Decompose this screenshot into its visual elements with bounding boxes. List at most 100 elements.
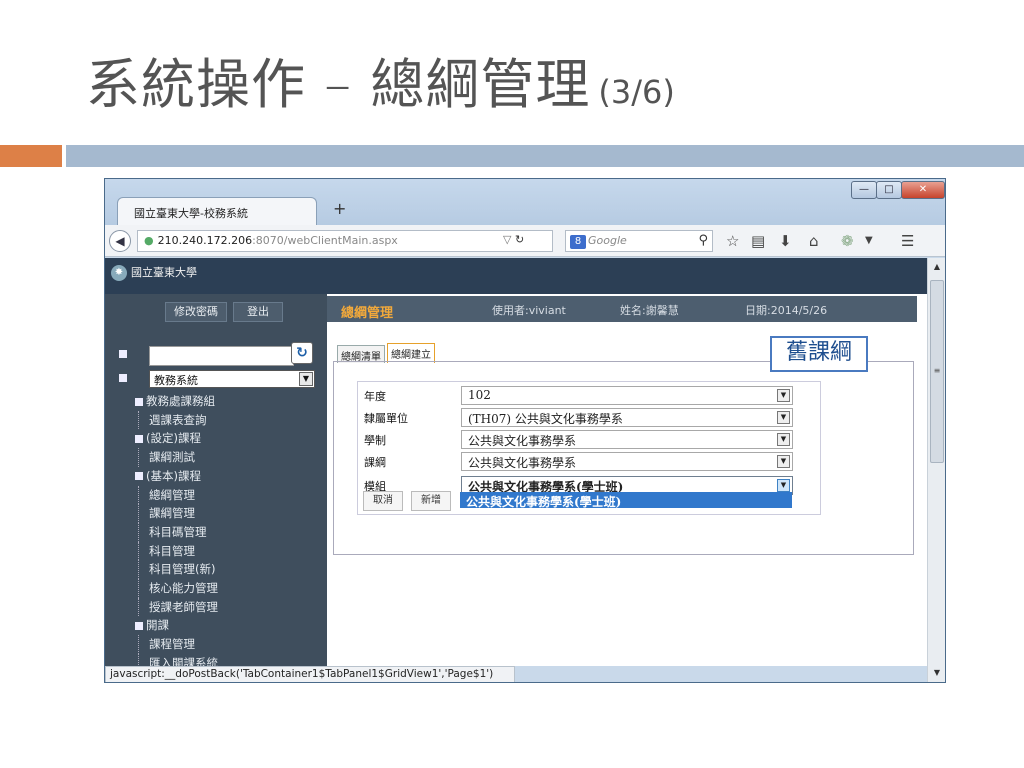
seal-icon: ✸	[111, 265, 127, 281]
tree-item[interactable]: 科目碼管理	[138, 522, 218, 542]
browser-tab[interactable]: 國立臺東大學-校務系統	[117, 197, 317, 225]
addon-icon[interactable]: ❁	[841, 232, 854, 250]
slide-title-main: 系統操作 – 總綱管理	[86, 53, 591, 116]
google-icon: 8	[570, 235, 586, 249]
logout-button[interactable]: 登出	[233, 302, 283, 322]
back-arrow-icon[interactable]: ◀	[109, 230, 131, 252]
download-icon[interactable]: ⬇	[779, 232, 792, 250]
tree-item[interactable]: 課綱測試	[138, 448, 218, 467]
site-header: ✸ 國立臺東大學	[105, 258, 927, 294]
unit-select[interactable]: (TH07) 公共與文化事務學系 ▼	[461, 408, 793, 427]
university-logo: ✸ 國立臺東大學	[111, 264, 197, 281]
user-label: 使用者:viviant	[492, 304, 566, 317]
menu-icon[interactable]: ☰	[901, 232, 914, 250]
new-tab-button[interactable]: +	[333, 199, 346, 218]
name-label: 姓名:謝馨慧	[620, 304, 679, 317]
url-host: 210.240.172.206	[157, 234, 253, 247]
tree-group[interactable]: (設定)課程	[135, 429, 218, 448]
field-label: 課綱	[364, 456, 386, 469]
system-select[interactable]: 教務系統 ▼	[149, 370, 315, 388]
status-bar: javascript:__doPostBack('TabContainer1$T…	[105, 666, 515, 682]
cancel-button[interactable]: 取消	[363, 491, 403, 511]
slide-title-sub: (3/6)	[598, 73, 675, 111]
tree-item[interactable]: 總綱管理	[138, 485, 218, 505]
tree-item[interactable]: 核心能力管理	[138, 579, 218, 598]
collapse-icon[interactable]	[135, 621, 143, 630]
program-select[interactable]: 公共與文化事務學系 ▼	[461, 430, 793, 449]
chevron-down-icon[interactable]: ▼	[777, 433, 790, 446]
tree-item[interactable]: 課程管理	[138, 635, 218, 654]
form-row-year: 年度 102 ▼	[358, 384, 822, 406]
close-icon[interactable]: ✕	[901, 181, 945, 199]
minimize-icon[interactable]: —	[851, 181, 877, 199]
tree-group[interactable]: 教務處課務組	[135, 392, 218, 411]
scrollbar-thumb[interactable]: ≡	[930, 280, 944, 463]
browser-tab-title: 國立臺東大學-校務系統	[134, 207, 248, 220]
chevron-down-icon[interactable]: ▼	[777, 389, 790, 402]
form-row-curriculum: 課綱 公共與文化事務學系 ▼	[358, 450, 822, 472]
tab-create[interactable]: 總綱建立	[387, 343, 435, 363]
collapse-icon[interactable]	[135, 472, 143, 481]
web-page: ✸ 國立臺東大學 修改密碼 登出 ↻ 教務系統 ▼ 教務處課務組 週課表查詢 (設…	[105, 258, 927, 666]
globe-icon: ●	[144, 234, 154, 247]
field-label: 年度	[364, 390, 386, 403]
chevron-down-icon[interactable]: ▼	[865, 235, 873, 246]
dropdown-option[interactable]: 公共與文化事務學系(學士班)	[460, 492, 792, 509]
scroll-up-icon[interactable]: ▲	[930, 260, 944, 274]
reading-list-icon[interactable]: ▤	[751, 232, 765, 250]
star-icon[interactable]: ☆	[726, 232, 739, 250]
sidebar: 修改密碼 登出 ↻ 教務系統 ▼ 教務處課務組 週課表查詢 (設定)課程 課綱測…	[105, 294, 327, 666]
square-icon	[119, 350, 127, 358]
maximize-icon[interactable]: □	[876, 181, 902, 199]
chevron-down-icon[interactable]: ▼	[777, 455, 790, 468]
page-title: 總綱管理	[341, 306, 394, 321]
change-password-button[interactable]: 修改密碼	[165, 302, 227, 322]
search-icon[interactable]: ⚲	[698, 233, 708, 248]
url-controls: ▽ ↻	[503, 230, 571, 252]
search-input[interactable]: 8 Google ⚲	[565, 230, 713, 252]
collapse-icon[interactable]	[135, 434, 143, 443]
chevron-down-icon[interactable]: ▼	[777, 411, 790, 424]
tree-group[interactable]: 開課	[135, 616, 218, 635]
dropdown-arrow-icon[interactable]: ▽	[503, 233, 511, 246]
curriculum-select[interactable]: 公共與文化事務學系 ▼	[461, 452, 793, 471]
callout-label: 舊課綱	[770, 336, 868, 372]
main-content: 總綱管理 使用者:viviant 姓名:謝馨慧 日期:2014/5/26 總綱清…	[327, 294, 927, 666]
tree-group[interactable]: (基本)課程	[135, 467, 218, 486]
tree-item[interactable]: 匯入開課系統	[138, 653, 218, 666]
form-row-unit: 隸屬單位 (TH07) 公共與文化事務學系 ▼	[358, 406, 822, 428]
year-select[interactable]: 102 ▼	[461, 386, 793, 405]
page-scrollbar[interactable]: ▲ ≡ ▼	[927, 258, 945, 682]
address-bar[interactable]: ● 210.240.172.206:8070/webClientMain.aspx	[137, 230, 553, 252]
field-label: 學制	[364, 434, 386, 447]
browser-window: 國立臺東大學-校務系統 + — □ ✕ ◀ ● 210.240.172.206:8…	[104, 178, 946, 683]
sidebar-search-input[interactable]	[149, 346, 294, 366]
slide-title: 系統操作 – 總綱管理 (3/6)	[86, 40, 675, 120]
search-placeholder: Google	[588, 234, 627, 247]
system-select-value: 教務系統	[154, 374, 198, 387]
field-label: 隸屬單位	[364, 412, 408, 425]
chevron-down-icon[interactable]: ▼	[777, 479, 790, 492]
add-button[interactable]: 新增	[411, 491, 451, 511]
url-path: :8070/webClientMain.aspx	[252, 234, 398, 247]
content-header: 總綱管理 使用者:viviant 姓名:謝馨慧 日期:2014/5/26	[327, 296, 917, 322]
browser-titlebar: 國立臺東大學-校務系統 + — □ ✕	[105, 179, 945, 225]
collapse-icon[interactable]	[135, 397, 143, 406]
tree-item[interactable]: 授課老師管理	[138, 597, 218, 617]
accent-bar-orange	[0, 145, 62, 167]
tree-item[interactable]: 科目管理	[138, 541, 218, 561]
browser-navbar: ◀ ● 210.240.172.206:8070/webClientMain.as…	[105, 225, 945, 257]
refresh-icon[interactable]: ↻	[291, 342, 313, 364]
tree-item[interactable]: 課綱管理	[138, 504, 218, 523]
scroll-down-icon[interactable]: ▼	[930, 666, 944, 680]
form-row-program: 學制 公共與文化事務學系 ▼	[358, 428, 822, 450]
chevron-down-icon[interactable]: ▼	[299, 372, 313, 386]
reload-icon[interactable]: ↻	[515, 233, 524, 246]
accent-bar-blue	[66, 145, 1024, 167]
tree-item[interactable]: 科目管理(新)	[138, 560, 218, 580]
tree-item[interactable]: 週課表查詢	[138, 410, 218, 430]
tab-strip: 總綱清單 總綱建立	[337, 343, 437, 363]
menu-tree: 教務處課務組 週課表查詢 (設定)課程 課綱測試 (基本)課程 總綱管理 課綱管…	[135, 392, 218, 666]
checkbox-icon	[119, 374, 127, 382]
home-icon[interactable]: ⌂	[809, 232, 819, 250]
